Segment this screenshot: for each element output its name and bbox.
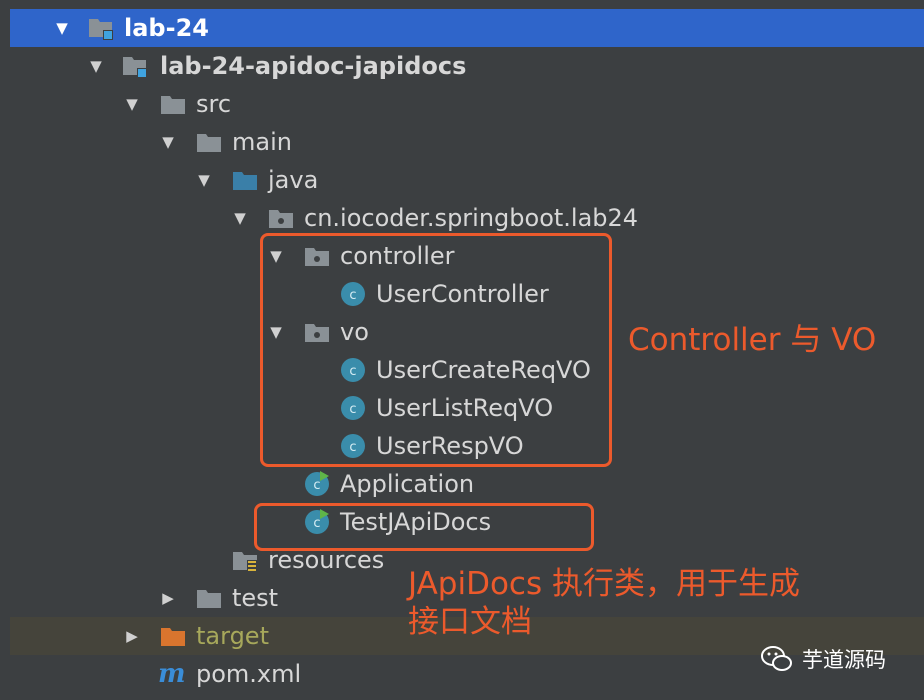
tree-item-package[interactable]: ▼ cn.iocoder.springboot.lab24 — [0, 199, 924, 237]
class-icon — [340, 395, 366, 421]
tree-item-label: lab-24-apidoc-japidocs — [160, 52, 467, 80]
folder-icon — [160, 92, 186, 116]
chevron-down-icon[interactable]: ▼ — [54, 19, 70, 37]
source-folder-icon — [232, 168, 258, 192]
package-icon — [304, 244, 330, 268]
chevron-down-icon[interactable]: ▼ — [232, 209, 248, 227]
tree-item-label: src — [196, 90, 232, 118]
maven-icon: m — [158, 659, 186, 689]
annotation-japidocs-line2: 接口文档 — [408, 604, 532, 640]
wechat-icon — [761, 646, 792, 671]
package-icon — [268, 206, 294, 230]
tree-item-user-resp-vo[interactable]: UserRespVO — [0, 427, 924, 465]
tree-item-user-controller[interactable]: UserController — [0, 275, 924, 313]
tree-item-java[interactable]: ▼ java — [0, 161, 924, 199]
excluded-folder-icon — [160, 624, 186, 648]
chevron-down-icon[interactable]: ▼ — [196, 171, 212, 189]
tree-item-main[interactable]: ▼ main — [0, 123, 924, 161]
chevron-down-icon[interactable]: ▼ — [88, 57, 104, 75]
tree-item-label: main — [232, 128, 292, 156]
tree-item-user-list-req-vo[interactable]: UserListReqVO — [0, 389, 924, 427]
runnable-class-icon — [304, 471, 330, 497]
tree-item-label: target — [196, 622, 269, 650]
folder-icon — [196, 586, 222, 610]
annotation-japidocs-line1: JApiDocs 执行类，用于生成 — [408, 566, 800, 602]
class-icon — [340, 433, 366, 459]
tree-item-label: UserController — [376, 280, 549, 308]
tree-item-label: UserListReqVO — [376, 394, 554, 422]
tree-item-label: java — [268, 166, 319, 194]
module-folder-icon — [122, 54, 148, 78]
package-icon — [304, 320, 330, 344]
class-icon — [340, 357, 366, 383]
chevron-down-icon[interactable]: ▼ — [268, 323, 284, 341]
module-folder-icon — [88, 16, 114, 40]
tree-item-label: UserCreateReqVO — [376, 356, 591, 384]
tree-item-label: controller — [340, 242, 455, 270]
tree-item-test-japidocs[interactable]: TestJApiDocs — [0, 503, 924, 541]
chevron-right-icon[interactable]: ▶ — [160, 589, 176, 607]
watermark: 芋道源码 — [760, 642, 886, 676]
chevron-down-icon[interactable]: ▼ — [124, 95, 140, 113]
chevron-right-icon[interactable]: ▶ — [124, 627, 140, 645]
tree-item-label: TestJApiDocs — [340, 508, 492, 536]
tree-item-label: test — [232, 584, 279, 612]
tree-item-label: resources — [268, 546, 385, 574]
annotation-controller-vo: Controller 与 VO — [628, 322, 877, 358]
tree-item-label: cn.iocoder.springboot.lab24 — [304, 204, 639, 232]
chevron-down-icon[interactable]: ▼ — [160, 133, 176, 151]
class-icon — [340, 281, 366, 307]
tree-item-lab-24[interactable]: ▼ lab-24 — [10, 9, 924, 47]
resources-folder-icon — [232, 548, 258, 572]
tree-item-label: UserRespVO — [376, 432, 524, 460]
tree-item-label: Application — [340, 470, 475, 498]
chevron-down-icon[interactable]: ▼ — [268, 247, 284, 265]
folder-icon — [196, 130, 222, 154]
tree-item-label: lab-24 — [124, 14, 209, 42]
tree-item-module[interactable]: ▼ lab-24-apidoc-japidocs — [0, 47, 924, 85]
tree-item-label: vo — [340, 318, 369, 346]
runnable-class-icon — [304, 509, 330, 535]
tree-item-application[interactable]: Application — [0, 465, 924, 503]
tree-item-controller[interactable]: ▼ controller — [0, 237, 924, 275]
tree-item-label: pom.xml — [196, 660, 302, 688]
tree-item-src[interactable]: ▼ src — [0, 85, 924, 123]
watermark-text: 芋道源码 — [802, 648, 886, 672]
